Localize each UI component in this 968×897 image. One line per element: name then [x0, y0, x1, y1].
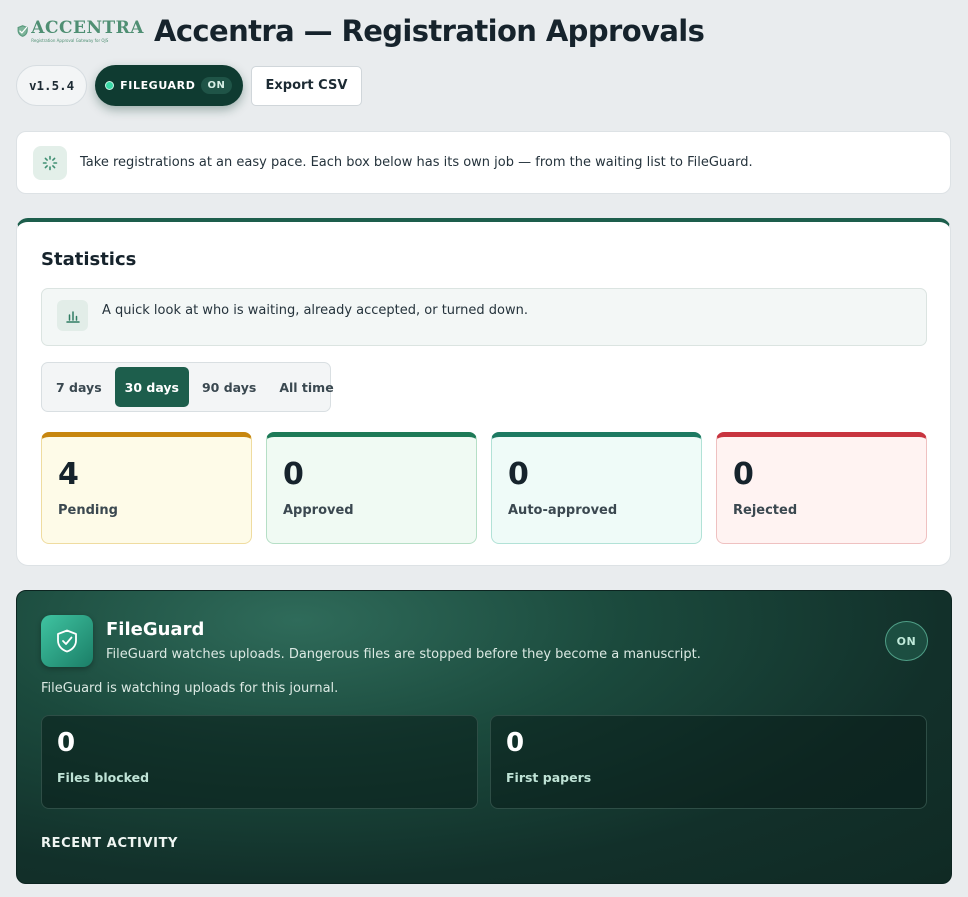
fileguard-title: FileGuard — [106, 619, 205, 640]
statistics-card: Statistics A quick look at who is waitin… — [16, 218, 951, 566]
stat-value: 4 — [58, 457, 79, 492]
metric-files-blocked: 0 Files blocked — [41, 715, 478, 809]
stat-value: 0 — [508, 457, 529, 492]
accentra-logo: ACCENTRA Registration Approval Gateway f… — [16, 12, 144, 50]
stat-card-pending: 4 Pending — [41, 432, 252, 544]
shield-check-icon — [41, 615, 93, 667]
stat-value: 0 — [283, 457, 304, 492]
tab-all-time[interactable]: All time — [269, 367, 343, 407]
stat-card-rejected: 0 Rejected — [716, 432, 927, 544]
fileguard-pill-state: ON — [201, 77, 232, 94]
tab-90-days[interactable]: 90 days — [192, 367, 266, 407]
fileguard-status-text: FileGuard is watching uploads for this j… — [41, 681, 339, 696]
stat-card-auto-approved: 0 Auto-approved — [491, 432, 702, 544]
stat-label: Approved — [283, 503, 354, 518]
intro-text: Take registrations at an easy pace. Each… — [80, 155, 753, 170]
page-title: Accentra — Registration Approvals — [154, 14, 705, 48]
metric-value: 0 — [506, 728, 525, 758]
shield-check-logo-icon — [17, 25, 28, 37]
intro-banner: Take registrations at an easy pace. Each… — [16, 131, 951, 194]
stat-card-approved: 0 Approved — [266, 432, 477, 544]
page-header: ACCENTRA Registration Approval Gateway f… — [16, 12, 705, 50]
fileguard-panel: FileGuard FileGuard watches uploads. Dan… — [16, 590, 952, 884]
version-badge: v1.5.4 — [16, 65, 88, 106]
stat-label: Auto-approved — [508, 503, 618, 518]
logo-tagline: Registration Approval Gateway for OJS — [31, 37, 109, 43]
logo-wordmark: ACCENTRA — [31, 17, 144, 38]
time-range-tabs: 7 days 30 days 90 days All time — [41, 362, 334, 412]
tab-7-days[interactable]: 7 days — [46, 367, 112, 407]
fileguard-toggle[interactable]: ON — [885, 621, 928, 661]
spinner-icon — [33, 145, 67, 180]
statistics-title: Statistics — [41, 249, 137, 270]
stat-label: Pending — [58, 503, 118, 518]
export-csv-button[interactable]: Export CSV — [250, 65, 363, 106]
fileguard-description: FileGuard watches uploads. Dangerous fil… — [106, 647, 701, 662]
metric-label: Files blocked — [57, 770, 150, 785]
stat-value: 0 — [733, 457, 754, 492]
tab-30-days[interactable]: 30 days — [114, 367, 189, 407]
fileguard-pill-label: FILEGUARD — [120, 79, 196, 92]
statistics-hint: A quick look at who is waiting, already … — [41, 288, 927, 346]
metric-first-papers: 0 First papers — [490, 715, 927, 809]
bar-chart-icon — [57, 300, 88, 331]
status-dot-icon — [105, 81, 115, 90]
metric-value: 0 — [57, 728, 76, 758]
fileguard-status-pill[interactable]: FILEGUARD ON — [95, 65, 243, 106]
toolbar: v1.5.4 FILEGUARD ON Export CSV — [16, 65, 363, 106]
stat-label: Rejected — [733, 503, 798, 518]
statistics-hint-text: A quick look at who is waiting, already … — [102, 303, 528, 318]
recent-activity-heading: RECENT ACTIVITY — [41, 836, 179, 851]
metric-label: First papers — [506, 770, 592, 785]
